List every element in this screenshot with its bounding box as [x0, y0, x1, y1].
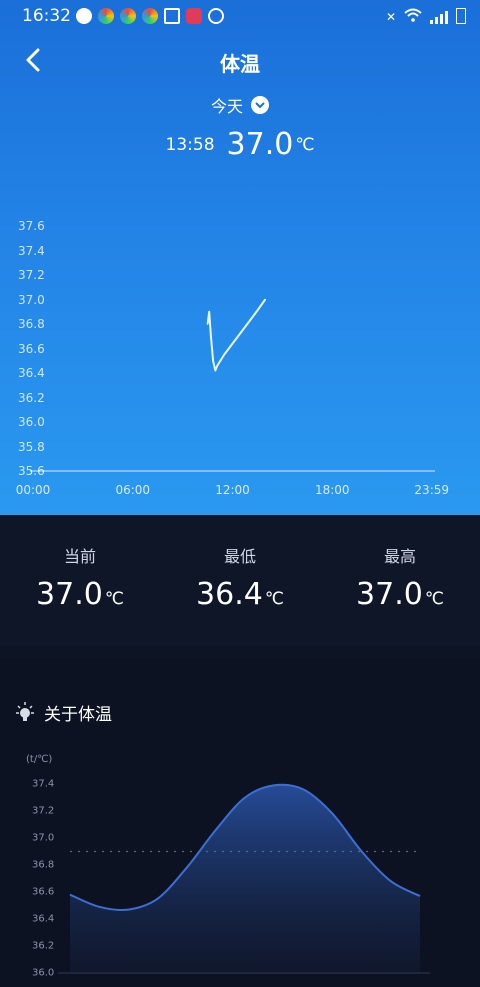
temperature-area — [70, 784, 420, 973]
stats-panel: 当前 37.0 ℃ 最低 36.4 ℃ 最高 37.0 ℃ — [0, 515, 480, 645]
y-tick-label: 37.0 — [32, 832, 55, 844]
y-tick-label: 36.2 — [18, 390, 45, 405]
y-tick-label: 35.8 — [18, 439, 45, 454]
y-tick-label: 36.4 — [18, 366, 45, 380]
x-tick-label: 18:00 — [314, 483, 350, 497]
x-tick-label: 06:00 — [115, 483, 151, 497]
data-point — [223, 353, 225, 356]
y-tick-label: 37.4 — [18, 243, 45, 258]
x-tick-label: 23:59 — [414, 483, 450, 497]
stat-unit: ℃ — [104, 589, 124, 609]
data-point — [208, 310, 211, 313]
stat-label: 最高 — [383, 547, 416, 566]
about-y-unit: (t/℃) — [26, 754, 53, 765]
data-point — [231, 342, 234, 345]
stat-max: 最高 37.0 ℃ — [320, 543, 480, 612]
temperature-chart — [30, 298, 435, 472]
data-point — [214, 369, 217, 372]
data-point — [256, 309, 259, 312]
y-tick-label: 35.6 — [18, 464, 45, 478]
about-header[interactable]: 关于体温 — [14, 700, 112, 725]
temperature-series-line — [206, 298, 267, 372]
about-title: 关于体温 — [44, 705, 112, 725]
y-tick-label: 36.8 — [32, 859, 55, 871]
stat-min: 最低 36.4 ℃ — [160, 543, 320, 612]
y-tick-label: 37.6 — [18, 219, 45, 233]
stat-label: 最低 — [223, 547, 256, 566]
data-point — [210, 335, 212, 338]
about-section: 关于体温 (t/℃) 37.4 37.2 37.0 36.8 36.6 36.4 36.2 3… — [0, 658, 480, 987]
y-tick-label: 36.6 — [18, 341, 45, 356]
data-point — [206, 323, 209, 325]
x-tick-label: 12:00 — [215, 483, 250, 497]
y-tick-label: 36.2 — [32, 940, 55, 952]
stat-unit: ℃ — [424, 589, 444, 609]
stat-value: 36.4 — [196, 577, 263, 612]
data-point — [264, 298, 266, 301]
y-tick-label: 36.6 — [32, 886, 55, 898]
y-tick-label: 37.0 — [18, 292, 45, 307]
data-point — [248, 320, 250, 323]
y-tick-label: 36.0 — [18, 415, 45, 429]
data-point — [216, 364, 219, 367]
stat-unit: ℃ — [264, 589, 284, 609]
data-point — [212, 359, 214, 362]
lightbulb-icon — [16, 701, 34, 721]
stat-label: 当前 — [63, 547, 96, 566]
y-tick-label: 36.0 — [32, 967, 55, 979]
y-tick-label: 36.4 — [32, 913, 55, 925]
stat-value: 37.0 — [356, 577, 423, 612]
y-tick-label: 36.8 — [18, 317, 45, 331]
y-tick-label: 37.2 — [32, 805, 55, 817]
y-tick-label: 37.4 — [32, 778, 55, 790]
header-panel: 16:32 ✕ 体温 今天 13:58 37.0 ℃ 37.6 37.4 37.… — [0, 0, 480, 515]
stat-value: 37.0 — [36, 577, 103, 612]
stat-current: 当前 37.0 ℃ — [0, 543, 160, 612]
data-point — [240, 331, 242, 334]
x-tick-label: 00:00 — [15, 483, 51, 497]
y-tick-label: 37.2 — [18, 268, 45, 282]
